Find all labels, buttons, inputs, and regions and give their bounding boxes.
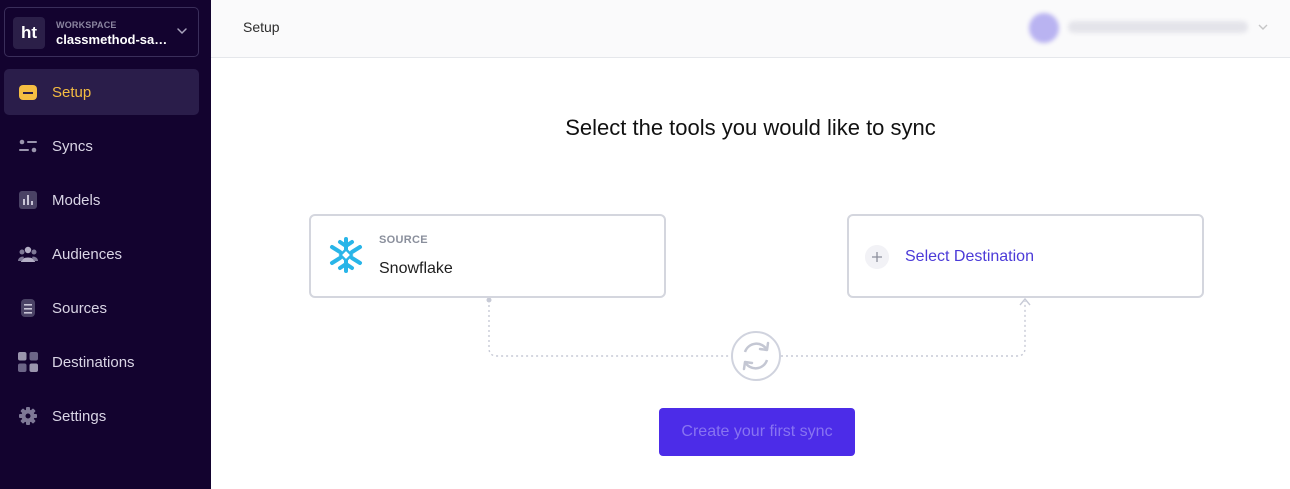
source-card[interactable]: SOURCE Snowflake [309,214,666,298]
sidebar-item-label: Sources [52,300,108,317]
sidebar-item-audiences[interactable]: Audiences [4,231,199,277]
workspace-name: classmethod-sag… [56,32,171,47]
select-destination-link[interactable]: Select Destination [905,248,1034,266]
sidebar-item-setup[interactable]: Setup [4,69,199,115]
workspace-logo: ht [13,17,45,49]
sidebar-item-label: Destinations [52,354,135,371]
sidebar: ht WORKSPACE classmethod-sag… Setup Sync… [0,0,211,489]
source-name: Snowflake [379,260,453,277]
snowflake-icon [330,237,362,273]
top-bar: Setup [211,0,1290,58]
sidebar-item-destinations[interactable]: Destinations [4,339,199,385]
sidebar-item-label: Setup [52,84,92,101]
sidebar-item-syncs[interactable]: Syncs [4,123,199,169]
syncs-icon [19,139,37,153]
avatar[interactable] [1029,13,1059,43]
users-icon [18,246,38,262]
sidebar-item-label: Audiences [52,246,123,263]
page-title: Select the tools you would like to sync [565,115,936,140]
breadcrumb: Setup [243,19,280,35]
chevron-down-icon [177,28,187,35]
sidebar-item-label: Syncs [52,138,93,155]
workspace-switcher[interactable]: ht WORKSPACE classmethod-sag… [4,7,199,57]
source-label: SOURCE [379,234,428,246]
workspace-label: WORKSPACE [56,20,117,30]
sidebar-item-models[interactable]: Models [4,177,199,223]
refresh-icon [731,331,781,381]
grid-icon [18,352,38,372]
create-first-sync-button[interactable]: Create your first sync [659,408,855,456]
sidebar-item-label: Models [52,192,101,209]
sidebar-item-label: Settings [52,408,107,425]
plus-icon [865,245,889,269]
chevron-down-icon[interactable] [1258,22,1268,32]
bar-chart-icon [19,191,37,209]
sidebar-item-settings[interactable]: Settings [4,393,199,439]
select-destination-card[interactable]: Select Destination [847,214,1204,298]
folder-icon [19,85,37,100]
database-icon [21,299,35,317]
gear-icon [19,407,37,425]
user-email-redacted[interactable] [1068,21,1248,33]
sidebar-item-sources[interactable]: Sources [4,285,199,331]
